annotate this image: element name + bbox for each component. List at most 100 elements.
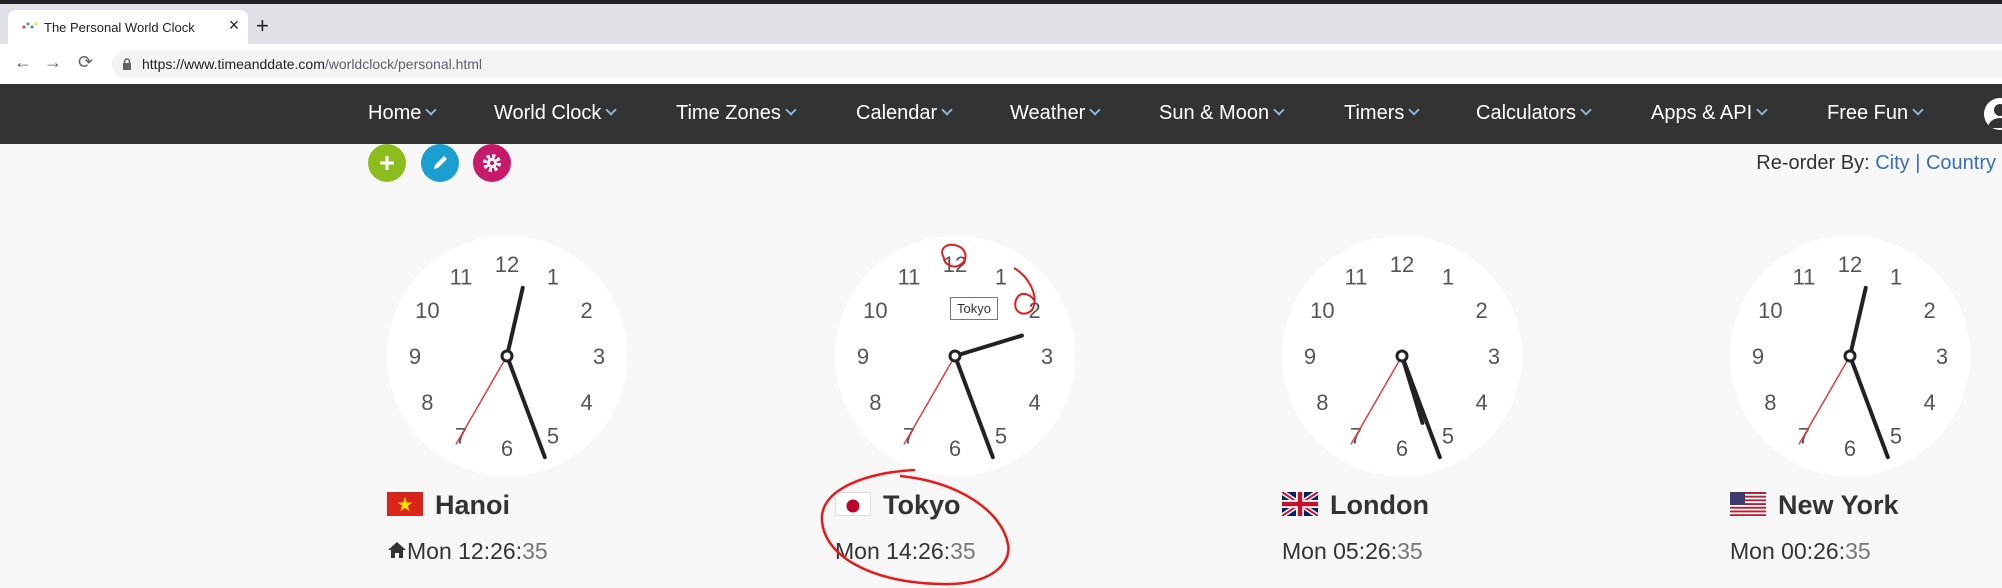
clock-center	[500, 349, 514, 363]
city-time: Mon 12:26:35	[387, 538, 548, 565]
clock-number: 10	[1758, 298, 1782, 323]
reorder-by-city-link[interactable]: City	[1875, 152, 1909, 174]
new-tab-icon[interactable]: +	[256, 15, 269, 37]
lock-icon	[123, 58, 131, 70]
clock-number: 12	[495, 252, 519, 277]
clock-number: 1	[1890, 264, 1902, 289]
nav-time-zones[interactable]: Time Zones	[676, 102, 797, 125]
analog-clock: 121234567891011	[387, 236, 627, 476]
clock-number: 2	[581, 298, 593, 323]
clock-number: 3	[1488, 344, 1500, 369]
time-hm: 05:26:	[1333, 538, 1398, 564]
chevron-down-icon	[605, 104, 618, 116]
edit-button[interactable]	[421, 144, 459, 182]
analog-clock: 121234567891011	[1282, 236, 1522, 476]
clock-number: 8	[421, 390, 433, 415]
time-day: Mon	[1730, 538, 1775, 564]
clock-number: 1	[547, 264, 559, 289]
home-icon	[388, 542, 406, 558]
analog-clock: 121234567891011	[1730, 236, 1970, 476]
nav-weather[interactable]: Weather	[1010, 102, 1101, 125]
clock-number: 9	[857, 344, 869, 369]
clock-number: 6	[1844, 436, 1856, 461]
nav-sun-moon[interactable]: Sun & Moon	[1159, 102, 1285, 125]
clock-number: 12	[943, 252, 967, 277]
clock-number: 1	[995, 264, 1007, 289]
chevron-down-icon	[1756, 104, 1768, 116]
url-field[interactable]: https://www.timeanddate.com/worldclock/p…	[112, 50, 2002, 78]
clock-number: 12	[1838, 252, 1862, 277]
city-name: Tokyo	[883, 490, 961, 520]
uk-flag-icon	[1282, 492, 1318, 516]
clock-tooltip: Tokyo	[950, 297, 998, 320]
clock-number: 2	[1029, 298, 1041, 323]
tab-title: The Personal World Clock	[44, 20, 195, 35]
back-icon[interactable]: ←	[14, 52, 32, 73]
url-domain: https://www.timeanddate.com	[142, 56, 325, 72]
city-time: Mon 00:26:35	[1730, 538, 1871, 565]
clock-number: 11	[450, 264, 473, 289]
usa-flag-icon	[1730, 492, 1766, 516]
clock-number: 10	[415, 298, 439, 323]
city-name: Hanoi	[435, 490, 511, 520]
city-heading[interactable]: London	[1282, 490, 1429, 521]
url-path: /worldclock/personal.html	[324, 56, 483, 72]
time-seconds: 35	[1845, 538, 1871, 564]
favicon-icon	[22, 22, 38, 29]
time-hm: 14:26:	[886, 538, 951, 564]
forward-icon[interactable]: →	[44, 52, 62, 73]
japan-flag-icon	[835, 492, 871, 516]
add-location-button[interactable]	[368, 144, 406, 182]
chevron-down-icon	[425, 104, 438, 116]
nav-calculators[interactable]: Calculators	[1476, 102, 1592, 125]
pencil-icon	[434, 156, 447, 169]
clock-center	[1843, 349, 1857, 363]
nav-world-clock[interactable]: World Clock	[494, 102, 618, 125]
chevron-down-icon	[1912, 104, 1924, 116]
nav-home[interactable]: Home	[368, 102, 438, 125]
city-heading[interactable]: Hanoi	[387, 490, 510, 521]
clock-number: 10	[863, 298, 887, 323]
browser-tab[interactable]: The Personal World Clock ×	[8, 10, 248, 44]
clock-number: 9	[409, 344, 421, 369]
clock-number: 3	[1041, 344, 1053, 369]
time-seconds: 35	[522, 538, 548, 564]
clock-number: 9	[1304, 344, 1316, 369]
clock-number: 5	[1442, 424, 1454, 449]
city-heading[interactable]: New York	[1730, 490, 1899, 521]
time-day: Mon	[407, 538, 452, 564]
clock-center	[948, 349, 962, 363]
nav-timers[interactable]: Timers	[1344, 102, 1421, 125]
user-account-icon[interactable]	[1984, 98, 2002, 130]
reload-icon[interactable]: ⟳	[78, 52, 93, 73]
city-heading[interactable]: Tokyo	[835, 490, 961, 521]
nav-free-fun[interactable]: Free Fun	[1827, 102, 1924, 125]
clock-number: 6	[1396, 436, 1408, 461]
reorder-by-country-link[interactable]: Country	[1926, 152, 1996, 174]
clock-center	[1395, 349, 1409, 363]
clock-number: 11	[1345, 264, 1368, 289]
chevron-down-icon	[1089, 104, 1101, 116]
clock-number: 2	[1476, 298, 1488, 323]
reorder-label: Re-order By:	[1756, 152, 1870, 174]
site-navigation: Home World Clock Time Zones Calendar Wea…	[0, 84, 2002, 144]
nav-apps-api[interactable]: Apps & API	[1651, 102, 1768, 125]
time-seconds: 35	[950, 538, 976, 564]
clock-number: 9	[1752, 344, 1764, 369]
time-day: Mon	[1282, 538, 1327, 564]
clock-number: 5	[1890, 424, 1902, 449]
reorder-control: Re-order By: City | Country	[1756, 152, 1996, 175]
clock-number: 3	[1936, 344, 1948, 369]
settings-button[interactable]	[473, 144, 511, 182]
city-name: New York	[1778, 490, 1899, 520]
close-tab-icon[interactable]: ×	[224, 15, 244, 36]
clock-number: 8	[869, 390, 881, 415]
city-time: Mon 14:26:35	[835, 538, 976, 565]
time-seconds: 35	[1397, 538, 1423, 564]
clock-number: 11	[1793, 264, 1816, 289]
plus-icon	[380, 156, 394, 170]
clock-number: 4	[1029, 390, 1041, 415]
clock-number: 6	[949, 436, 961, 461]
nav-calendar[interactable]: Calendar	[856, 102, 953, 125]
clock-number: 12	[1390, 252, 1414, 277]
